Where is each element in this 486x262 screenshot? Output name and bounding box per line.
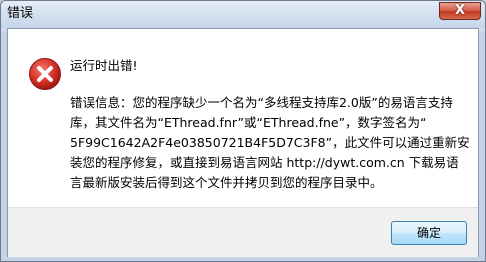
error-dialog-window: 错误 X 运行时出错! 错误信息：您的程序缺少一个名为“多线程支持库2.0版”的… bbox=[0, 0, 486, 262]
error-heading: 运行时出错! bbox=[70, 58, 138, 73]
window-title: 错误 bbox=[7, 6, 34, 21]
ok-button-label: 确定 bbox=[416, 226, 441, 240]
dialog-client-area: 运行时出错! 错误信息：您的程序缺少一个名为“多线程支持库2.0版”的易语言支持… bbox=[7, 28, 479, 257]
message-line: 言最新版安装后得到这个文件并拷贝到您的程序目录中。 bbox=[70, 175, 383, 190]
close-icon: X bbox=[454, 3, 466, 18]
title-bar[interactable]: 错误 X bbox=[1, 1, 485, 28]
message-line: 错误信息：您的程序缺少一个名为“多线程支持库2.0版”的易语言支持 bbox=[70, 95, 453, 110]
error-icon bbox=[29, 58, 61, 90]
ok-button[interactable]: 确定 bbox=[391, 221, 467, 245]
message-line: 5F99C1642A2F4e03850721B4F5D7C3F8”，此文件可以通… bbox=[70, 135, 470, 150]
message-line: 装您的程序修复，或直接到易语言网站 http://dywt.com.cn 下载易… bbox=[70, 155, 459, 170]
button-bar: 确定 bbox=[8, 207, 478, 257]
message-line: 库，其文件名为“EThread.fnr”或“EThread.fne”，数字签名为… bbox=[70, 115, 427, 130]
error-message: 错误信息：您的程序缺少一个名为“多线程支持库2.0版”的易语言支持 库，其文件名… bbox=[70, 93, 470, 193]
dialog-content: 运行时出错! 错误信息：您的程序缺少一个名为“多线程支持库2.0版”的易语言支持… bbox=[8, 29, 478, 207]
close-button[interactable]: X bbox=[439, 2, 481, 20]
